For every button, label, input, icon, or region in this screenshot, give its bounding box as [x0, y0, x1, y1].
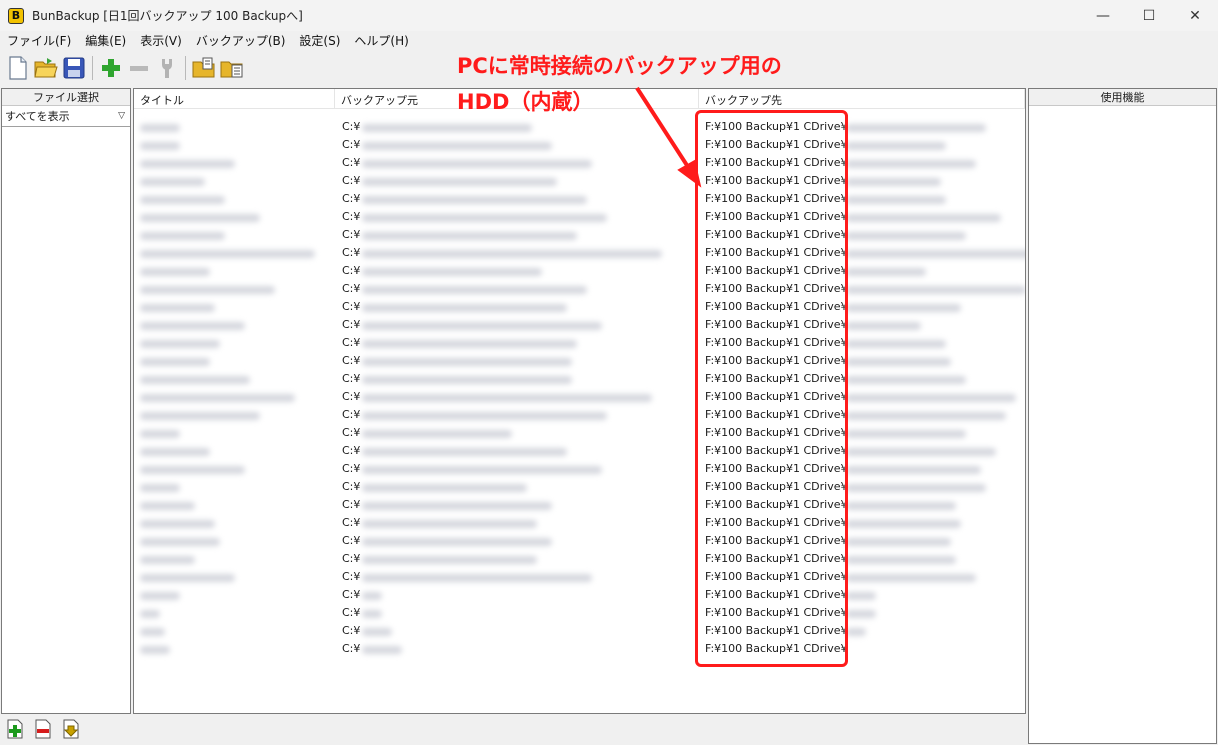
destination-highlight-box [695, 110, 848, 667]
annotation-line-2: HDD（内蔵） [457, 90, 594, 114]
annotation-line-1: PCに常時接続のバックアップ用の [457, 54, 782, 78]
annotation-text: PCに常時接続のバックアップ用の HDD（内蔵） [457, 48, 837, 120]
